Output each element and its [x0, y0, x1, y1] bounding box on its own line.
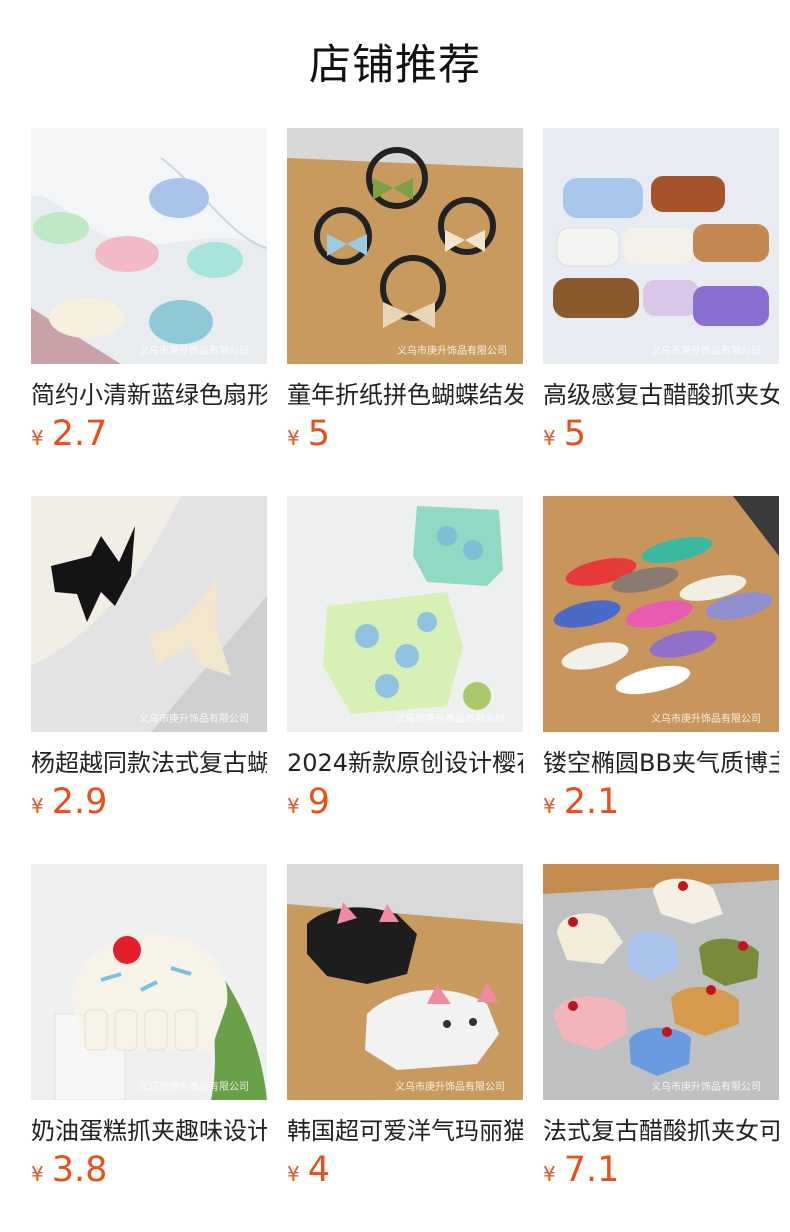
currency-symbol: ¥ — [543, 426, 556, 450]
product-card[interactable]: 义乌市庚升饰品有限公司 简约小清新蓝绿色扇形抓夹 ¥ 2.7 — [31, 128, 267, 458]
currency-symbol: ¥ — [287, 1162, 300, 1186]
product-image[interactable]: 义乌市庚升饰品有限公司 — [287, 496, 523, 732]
watermark-text: 义乌市庚升饰品有限公司 — [395, 712, 505, 725]
product-card[interactable]: 义乌市庚升饰品有限公司 高级感复古醋酸抓夹女 ¥ 5 — [543, 128, 779, 458]
product-price: ¥ 2.7 — [31, 414, 107, 458]
product-image[interactable]: 义乌市庚升饰品有限公司 — [543, 496, 779, 732]
product-price: ¥ 2.1 — [543, 782, 619, 826]
product-image[interactable]: 义乌市庚升饰品有限公司 — [31, 496, 267, 732]
page-title: 店铺推荐 — [308, 40, 481, 89]
watermark-text: 义乌市庚升饰品有限公司 — [651, 344, 761, 357]
product-name[interactable]: 简约小清新蓝绿色扇形抓夹 — [31, 378, 267, 412]
price-value: 2.1 — [563, 782, 620, 822]
price-value: 3.8 — [51, 1150, 108, 1190]
product-name[interactable]: 镂空椭圆BB夹气质博主同款 — [543, 746, 779, 780]
product-card[interactable]: 义乌市庚升饰品有限公司 奶油蛋糕抓夹趣味设计 ¥ 3.8 — [31, 864, 267, 1194]
product-card[interactable]: 义乌市庚升饰品有限公司 镂空椭圆BB夹气质博主同款 ¥ 2.1 — [543, 496, 779, 826]
currency-symbol: ¥ — [543, 794, 556, 818]
product-card[interactable]: 义乌市庚升饰品有限公司 法式复古醋酸抓夹女可爱 ¥ 7.1 — [543, 864, 779, 1194]
price-value: 5 — [307, 414, 331, 454]
product-card[interactable]: 义乌市庚升饰品有限公司 韩国超可爱洋气玛丽猫发夹 ¥ 4 — [287, 864, 523, 1194]
currency-symbol: ¥ — [287, 794, 300, 818]
watermark-text: 义乌市庚升饰品有限公司 — [395, 1080, 505, 1093]
product-price: ¥ 4 — [287, 1150, 330, 1194]
price-value: 4 — [307, 1150, 331, 1190]
product-name[interactable]: 韩国超可爱洋气玛丽猫发夹 — [287, 1114, 523, 1148]
watermark-text: 义乌市庚升饰品有限公司 — [139, 344, 249, 357]
product-price: ¥ 7.1 — [543, 1150, 619, 1194]
product-name[interactable]: 高级感复古醋酸抓夹女 — [543, 378, 779, 412]
price-value: 5 — [563, 414, 587, 454]
product-name[interactable]: 奶油蛋糕抓夹趣味设计 — [31, 1114, 267, 1148]
currency-symbol: ¥ — [287, 426, 300, 450]
product-image[interactable]: 义乌市庚升饰品有限公司 — [287, 864, 523, 1100]
product-name[interactable]: 杨超越同款法式复古蝴蝶抓夹 — [31, 746, 267, 780]
product-price: ¥ 9 — [287, 782, 330, 826]
currency-symbol: ¥ — [31, 1162, 44, 1186]
product-image[interactable]: 义乌市庚升饰品有限公司 — [31, 864, 267, 1100]
product-image[interactable]: 义乌市庚升饰品有限公司 — [31, 128, 267, 364]
currency-symbol: ¥ — [31, 794, 44, 818]
product-price: ¥ 3.8 — [31, 1150, 107, 1194]
product-image[interactable]: 义乌市庚升饰品有限公司 — [543, 128, 779, 364]
product-name[interactable]: 2024新款原创设计樱花抓夹 — [287, 746, 523, 780]
product-card[interactable]: 义乌市庚升饰品有限公司 2024新款原创设计樱花抓夹 ¥ 9 — [287, 496, 523, 826]
product-name[interactable]: 童年折纸拼色蝴蝶结发圈 — [287, 378, 523, 412]
product-price: ¥ 5 — [287, 414, 330, 458]
product-name[interactable]: 法式复古醋酸抓夹女可爱 — [543, 1114, 779, 1148]
product-price: ¥ 2.9 — [31, 782, 107, 826]
price-value: 7.1 — [563, 1150, 620, 1190]
currency-symbol: ¥ — [31, 426, 44, 450]
watermark-text: 义乌市庚升饰品有限公司 — [139, 712, 249, 725]
currency-symbol: ¥ — [543, 1162, 556, 1186]
price-value: 2.9 — [51, 782, 108, 822]
product-price: ¥ 5 — [543, 414, 586, 458]
product-card[interactable]: 义乌市庚升饰品有限公司 杨超越同款法式复古蝴蝶抓夹 ¥ 2.9 — [31, 496, 267, 826]
price-value: 9 — [307, 782, 331, 822]
watermark-text: 义乌市庚升饰品有限公司 — [651, 1080, 761, 1093]
watermark-text: 义乌市庚升饰品有限公司 — [397, 344, 507, 357]
product-image[interactable]: 义乌市庚升饰品有限公司 — [287, 128, 523, 364]
product-card[interactable]: 义乌市庚升饰品有限公司 童年折纸拼色蝴蝶结发圈 ¥ 5 — [287, 128, 523, 458]
watermark-text: 义乌市庚升饰品有限公司 — [651, 712, 761, 725]
product-image[interactable]: 义乌市庚升饰品有限公司 — [543, 864, 779, 1100]
price-value: 2.7 — [51, 414, 108, 454]
watermark-text: 义乌市庚升饰品有限公司 — [139, 1080, 249, 1093]
